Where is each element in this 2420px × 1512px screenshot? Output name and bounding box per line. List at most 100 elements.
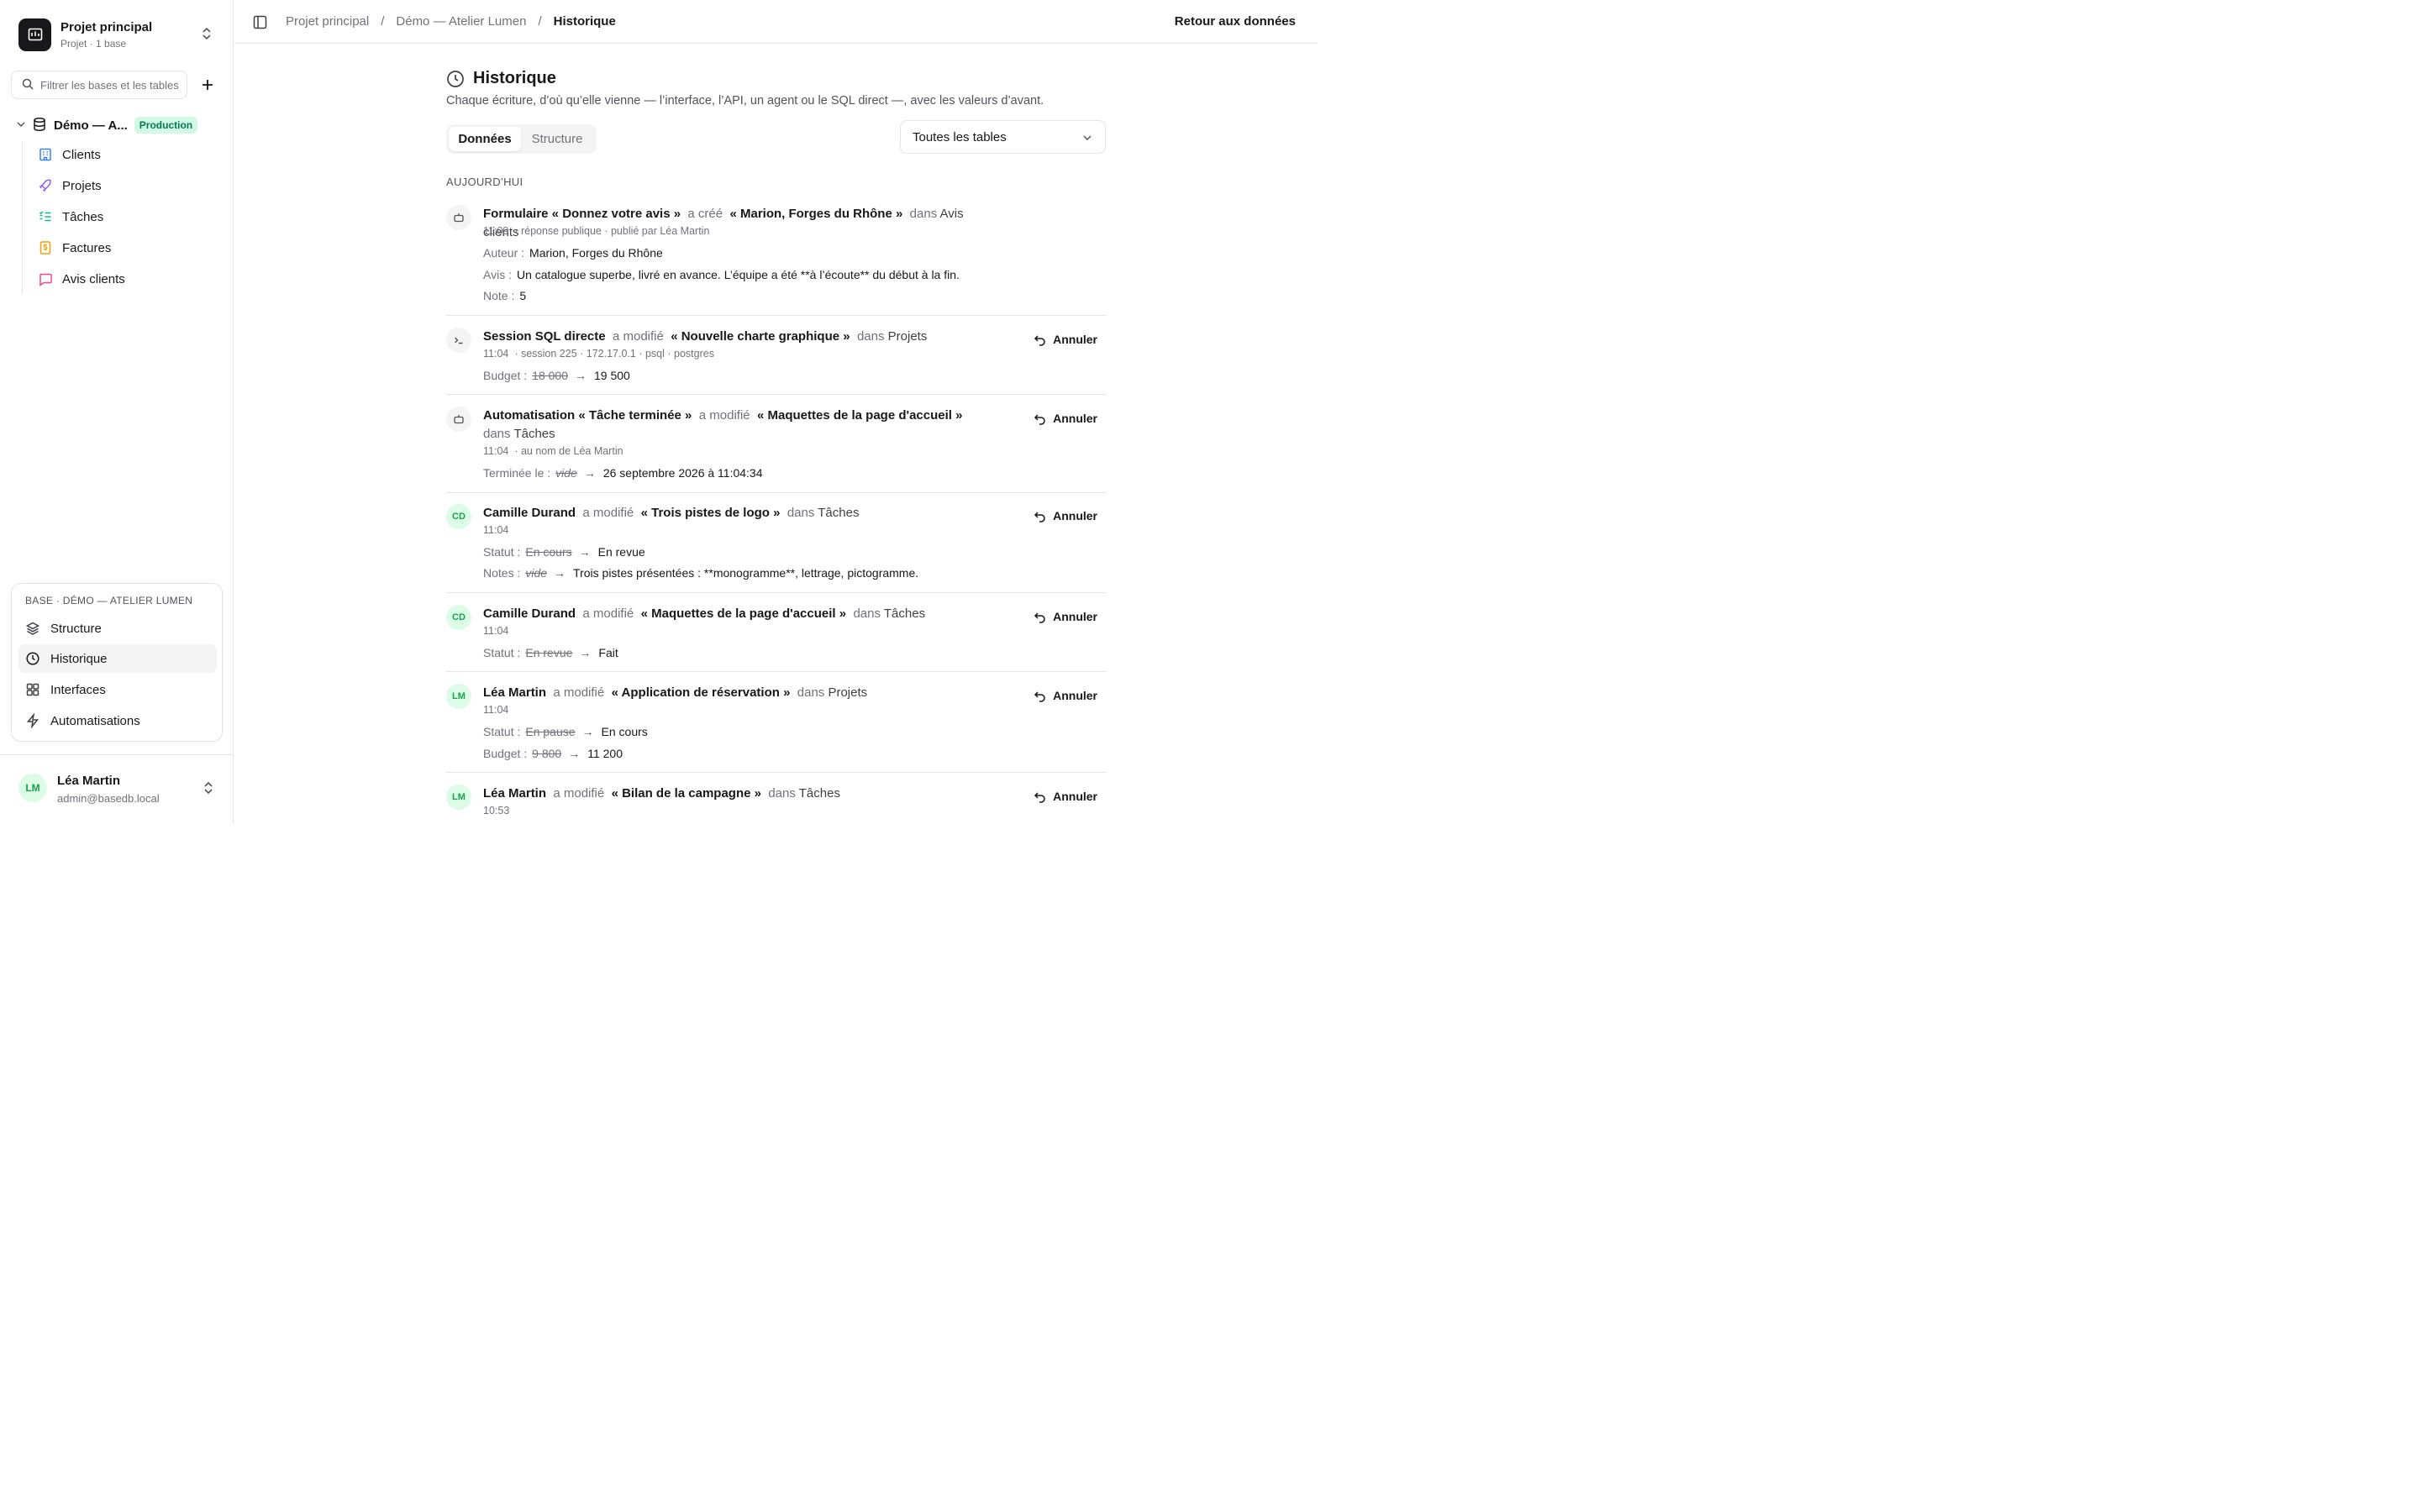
checklist-icon bbox=[39, 211, 51, 222]
entry-verb: a modifié bbox=[553, 786, 605, 801]
field-value: 5 bbox=[519, 289, 527, 302]
entry-in: dans bbox=[853, 606, 881, 621]
entry-summary: Camille Durand a modifié « Trois pistes … bbox=[483, 504, 971, 522]
breadcrumb-separator: / bbox=[381, 14, 385, 29]
back-to-data-button[interactable]: Retour aux données bbox=[1175, 14, 1296, 29]
entry-time: 11:04 bbox=[483, 704, 509, 716]
breadcrumb-current: Historique bbox=[553, 14, 616, 29]
field-value: Marion, Forges du Rhône bbox=[529, 246, 663, 260]
entry-field: Avis : Un catalogue superbe, livré en av… bbox=[483, 268, 960, 281]
undo-button[interactable]: Annuler bbox=[1034, 610, 1097, 623]
entry-summary: Session SQL directe a modifié « Nouvelle… bbox=[483, 328, 971, 346]
breadcrumb-project[interactable]: Projet principal bbox=[286, 14, 369, 29]
undo-button[interactable]: Annuler bbox=[1034, 689, 1097, 702]
table-item-projets[interactable]: Projets bbox=[38, 173, 102, 198]
entry-in: dans bbox=[786, 506, 815, 520]
table-item-avis-clients[interactable]: Avis clients bbox=[38, 266, 125, 291]
entry-summary: Camille Durand a modifié « Maquettes de … bbox=[483, 605, 971, 623]
entry-meta: 11:04 · au nom de Léa Martin bbox=[483, 445, 623, 457]
database-item[interactable]: Démo — A... Production bbox=[15, 115, 225, 135]
nav-label: Interfaces bbox=[50, 682, 106, 697]
table-filter-select[interactable]: Toutes les tables bbox=[900, 120, 1106, 154]
page-title: Historique bbox=[473, 69, 556, 87]
entry-field: Statut : En pause → En cours bbox=[483, 725, 648, 738]
arrow-right-icon: → bbox=[554, 566, 566, 580]
entry-meta: 11:04 · session 225 · 172.17.0.1 · psql … bbox=[483, 348, 714, 360]
field-label: Budget : bbox=[483, 369, 528, 382]
nav-interfaces[interactable]: Interfaces bbox=[18, 675, 217, 704]
undo-button[interactable]: Annuler bbox=[1034, 412, 1097, 425]
undo-icon bbox=[1034, 791, 1045, 803]
page-description: Chaque écriture, d’où qu’elle vienne — l… bbox=[446, 94, 1044, 108]
entry-meta: 11:09 · réponse publique · publié par Lé… bbox=[483, 225, 709, 237]
entry-table: Tâches bbox=[798, 786, 840, 801]
arrow-right-icon: → bbox=[578, 545, 591, 559]
table-item-clients[interactable]: Clients bbox=[38, 142, 101, 167]
undo-button[interactable]: Annuler bbox=[1034, 333, 1097, 346]
layers-icon bbox=[25, 622, 40, 635]
entry-field: Auteur : Marion, Forges du Rhône bbox=[483, 246, 663, 260]
message-icon bbox=[39, 273, 52, 286]
breadcrumb-base[interactable]: Démo — Atelier Lumen bbox=[396, 14, 526, 29]
entry-record[interactable]: « Application de réservation » bbox=[612, 685, 791, 700]
arrow-right-icon: → bbox=[574, 369, 587, 382]
nav-label: Structure bbox=[50, 621, 102, 636]
project-switcher[interactable]: Projet principal Projet · 1 base bbox=[18, 18, 220, 51]
nav-label: Automatisations bbox=[50, 713, 140, 728]
nav-historique[interactable]: Historique bbox=[18, 644, 217, 673]
project-logo-icon bbox=[18, 18, 51, 51]
field-label: Avis : bbox=[483, 268, 512, 281]
database-icon bbox=[32, 117, 47, 134]
entry-record[interactable]: « Maquettes de la page d'accueil » bbox=[757, 408, 963, 423]
user-name: Léa Martin bbox=[57, 774, 121, 788]
entry-record[interactable]: « Bilan de la campagne » bbox=[612, 786, 761, 801]
undo-icon bbox=[1034, 690, 1045, 702]
nav-structure[interactable]: Structure bbox=[18, 614, 217, 643]
tab-donnees[interactable]: Données bbox=[449, 127, 521, 151]
search-icon bbox=[22, 78, 34, 92]
filter-input[interactable] bbox=[40, 78, 183, 92]
sidebar-toggle-icon[interactable] bbox=[253, 15, 267, 32]
section-label: AUJOURD’HUI bbox=[446, 176, 523, 188]
field-old-value: En revue bbox=[525, 646, 573, 659]
chevron-updown-icon bbox=[200, 26, 213, 44]
undo-label: Annuler bbox=[1053, 412, 1097, 425]
nav-automatisations[interactable]: Automatisations bbox=[18, 706, 217, 735]
entry-meta-detail: · réponse publique · publié par Léa Mart… bbox=[514, 225, 710, 237]
entry-table: Tâches bbox=[883, 606, 926, 621]
chevron-down-icon bbox=[15, 118, 27, 133]
undo-icon bbox=[1034, 413, 1045, 425]
tab-structure[interactable]: Structure bbox=[521, 127, 593, 151]
undo-label: Annuler bbox=[1053, 790, 1097, 803]
avatar: LM bbox=[18, 774, 47, 802]
field-old-value: vide bbox=[555, 466, 577, 480]
database-name: Démo — A... bbox=[54, 118, 128, 133]
field-old-value: En cours bbox=[525, 545, 572, 559]
entry-summary: Léa Martin a modifié « Application de ré… bbox=[483, 684, 971, 702]
entry-table: Tâches bbox=[818, 506, 860, 520]
entry-verb: a modifié bbox=[582, 606, 634, 621]
table-item-factures[interactable]: Factures bbox=[38, 235, 111, 260]
field-label: Statut : bbox=[483, 725, 521, 738]
history-entry: LM Léa Martin a modifié « Application de… bbox=[446, 684, 1106, 773]
entry-record[interactable]: « Maquettes de la page d'accueil » bbox=[641, 606, 847, 621]
project-subtitle: Projet · 1 base bbox=[60, 37, 127, 50]
field-label: Note : bbox=[483, 289, 515, 302]
history-entry: Formulaire « Donnez votre avis » a créé … bbox=[446, 205, 1106, 316]
table-item-label: Tâches bbox=[62, 209, 104, 224]
entry-record[interactable]: « Marion, Forges du Rhône » bbox=[729, 207, 902, 221]
entry-record[interactable]: « Trois pistes de logo » bbox=[641, 506, 781, 520]
undo-button[interactable]: Annuler bbox=[1034, 509, 1097, 522]
add-icon[interactable] bbox=[200, 77, 215, 92]
filter-field[interactable] bbox=[11, 71, 187, 99]
table-item-taches[interactable]: Tâches bbox=[38, 204, 103, 229]
entry-record[interactable]: « Nouvelle charte graphique » bbox=[671, 329, 850, 344]
sidebar: Projet principal Projet · 1 base Démo — … bbox=[0, 0, 234, 823]
entry-in: dans bbox=[797, 685, 825, 700]
undo-button[interactable]: Annuler bbox=[1034, 790, 1097, 803]
field-new-value: En cours bbox=[601, 725, 648, 738]
user-menu[interactable]: LM Léa Martin admin@basedb.local bbox=[0, 754, 234, 823]
field-new-value: Trois pistes présentées : **monogramme**… bbox=[573, 566, 919, 580]
entry-table: Projets bbox=[828, 685, 868, 700]
nav-label: Historique bbox=[50, 651, 108, 666]
